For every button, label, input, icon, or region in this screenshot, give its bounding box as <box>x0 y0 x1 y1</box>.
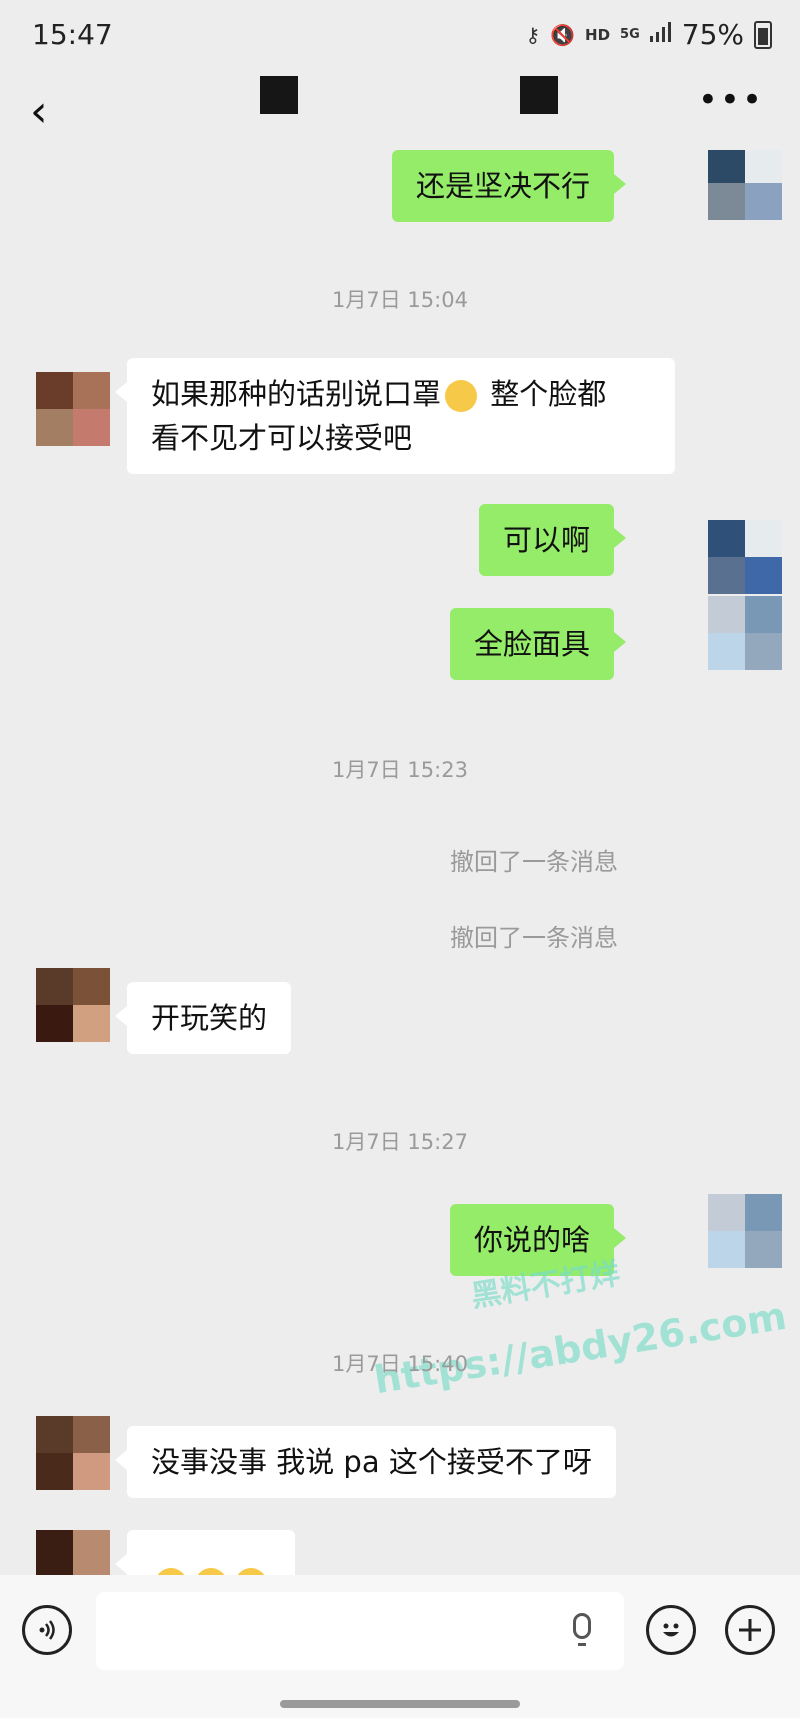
status-bar: 15:47 ⚷ 🔇 HD 5G 75% <box>0 0 800 70</box>
message-text: 全脸面具 <box>473 627 590 661</box>
message-text: 如果那种的话别说口罩 <box>151 377 442 411</box>
incoming-message[interactable]: 如果那种的话别说口罩 整个脸都 看不见才可以接受吧 <box>115 358 675 474</box>
message-text: 开玩笑的 <box>151 1001 268 1035</box>
back-button[interactable]: ‹ <box>30 86 48 137</box>
incoming-message[interactable]: 没事没事 我说 pa 这个接受不了呀 <box>115 1426 616 1498</box>
timestamp: 1月7日 15:23 <box>332 758 468 782</box>
message-text: 没事没事 我说 pa 这个接受不了呀 <box>151 1445 592 1479</box>
mask-face-emoji-icon <box>445 380 478 412</box>
timestamp: 1月7日 15:04 <box>332 288 468 312</box>
my-avatar[interactable] <box>708 520 782 594</box>
my-avatar[interactable] <box>708 150 782 220</box>
outgoing-message[interactable]: 全脸面具 <box>449 608 627 680</box>
message-input[interactable] <box>96 1592 624 1670</box>
vpn-key-icon: ⚷ <box>525 22 541 47</box>
message-text: 还是坚决不行 <box>415 169 590 203</box>
battery-icon <box>754 20 772 49</box>
microphone-icon[interactable] <box>573 1613 591 1646</box>
message-text: 整个脸都 <box>481 377 607 411</box>
outgoing-message[interactable]: 可以啊 <box>478 504 627 576</box>
my-avatar[interactable] <box>708 596 782 670</box>
contact-avatar[interactable] <box>36 372 110 446</box>
signal-icon <box>649 22 672 47</box>
more-options-button[interactable]: ••• <box>698 80 764 120</box>
my-avatar[interactable] <box>708 1194 782 1268</box>
incoming-message[interactable]: 开玩笑的 <box>114 982 292 1054</box>
voice-icon <box>39 1620 55 1640</box>
mute-icon: 🔇 <box>550 22 576 47</box>
voice-input-button[interactable] <box>22 1605 72 1655</box>
emoji-icon <box>155 1568 187 1575</box>
hd-icon: HD <box>585 25 611 44</box>
battery-percent: 75% <box>681 18 744 51</box>
network-5g-icon: 5G <box>620 27 640 42</box>
redacted-name-block <box>520 76 558 114</box>
emoji-button[interactable] <box>646 1605 696 1655</box>
input-bar <box>0 1575 800 1718</box>
message-text: 看不见才可以接受吧 <box>151 421 413 455</box>
recalled-message-notice: 撤回了一条消息 <box>450 924 618 952</box>
outgoing-message[interactable]: 还是坚决不行 <box>391 150 627 222</box>
home-indicator[interactable] <box>280 1700 520 1708</box>
timestamp: 1月7日 15:40 <box>332 1352 468 1376</box>
contact-avatar[interactable] <box>36 1530 110 1575</box>
message-text: 你说的啥 <box>473 1223 590 1257</box>
plus-icon <box>739 1619 761 1641</box>
contact-avatar[interactable] <box>36 1416 110 1490</box>
redacted-name-block <box>260 76 298 114</box>
message-text: 可以啊 <box>502 523 590 557</box>
add-attachment-button[interactable] <box>725 1605 775 1655</box>
recalled-message-notice: 撤回了一条消息 <box>450 848 618 876</box>
contact-avatar[interactable] <box>36 968 110 1042</box>
message-list[interactable]: 还是坚决不行 1月7日 15:04 如果那种的话别说口罩 整个脸都 看不见才可以… <box>0 150 800 1575</box>
smiley-face-icon <box>663 1623 679 1637</box>
timestamp: 1月7日 15:27 <box>332 1130 468 1154</box>
emoji-icon <box>235 1568 267 1575</box>
clock: 15:47 <box>32 18 113 51</box>
emoji-icon <box>195 1568 227 1575</box>
chat-header: ‹ ••• <box>0 70 800 150</box>
incoming-message-partial[interactable] <box>115 1530 295 1575</box>
status-icons: ⚷ 🔇 HD 5G 75% <box>525 18 772 51</box>
